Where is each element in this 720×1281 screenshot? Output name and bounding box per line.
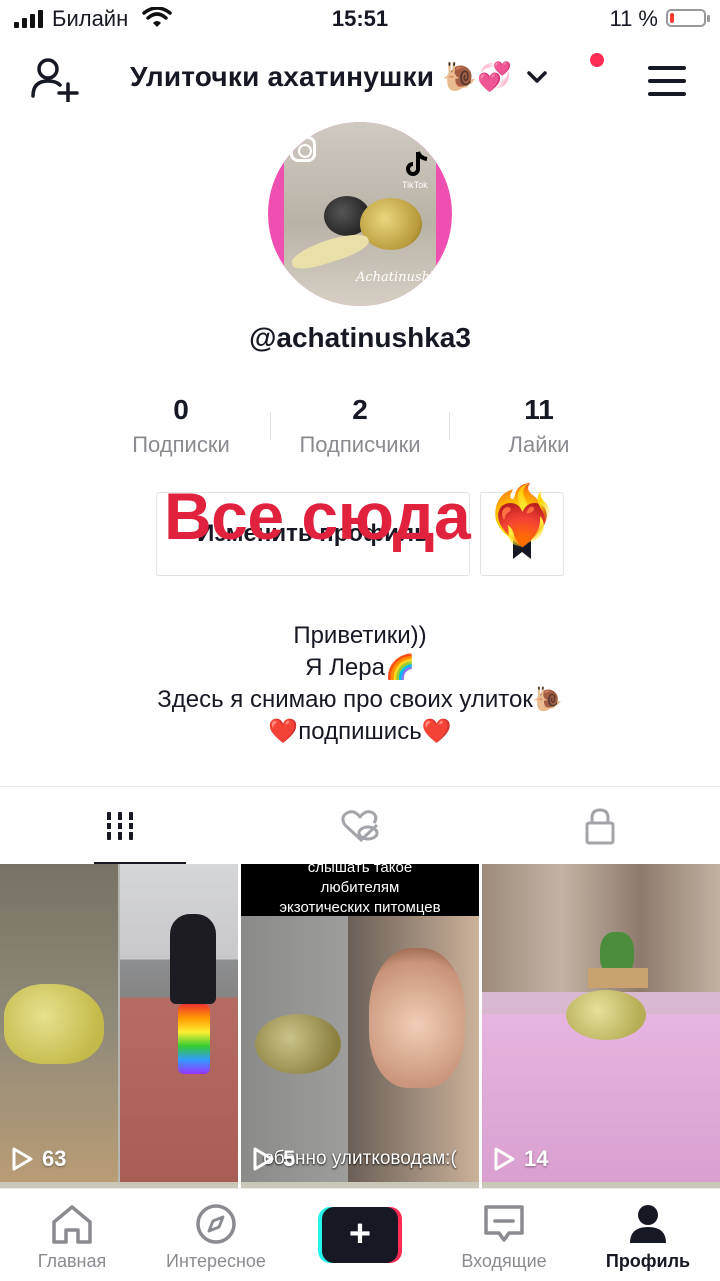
thumb-pot [588, 968, 648, 988]
thumb-snail [566, 990, 646, 1040]
grid-icon [105, 812, 135, 840]
thumb-rainbow-stool [178, 1004, 210, 1074]
thumb-person [170, 914, 216, 1004]
stat-likes[interactable]: 11 Лайки [450, 392, 628, 472]
nav-profile-label: Профиль [605, 1251, 691, 1271]
liked-hidden-icon [341, 810, 379, 843]
account-title: Улиточки ахатинушки [130, 60, 435, 92]
title-emoji: 🐌💞 [442, 61, 512, 92]
avatar-signature: Achatinushka [356, 270, 446, 285]
stat-following-label: Подписки [132, 432, 230, 457]
thumb-snail [255, 1014, 341, 1074]
bio-line: Приветики)) [293, 622, 427, 649]
create-button: + [318, 1207, 402, 1263]
content-tabs [0, 786, 720, 865]
play-icon [12, 1147, 33, 1171]
stat-following-value: 0 [173, 394, 189, 425]
nav-home[interactable]: Главная [0, 1189, 144, 1281]
view-count-value: 14 [524, 1146, 549, 1171]
avatar[interactable]: TikTok Achatinushka [268, 122, 452, 306]
tab-videos[interactable] [0, 787, 240, 865]
nav-create[interactable]: + [288, 1189, 432, 1281]
account-switcher[interactable]: Улиточки ахатинушки 🐌💞 [130, 60, 548, 93]
chevron-down-icon [527, 70, 547, 83]
nav-discover[interactable]: Интересное [144, 1189, 288, 1281]
thumb-caption: слышать такое любителям экзотических пит… [241, 864, 479, 916]
profile-stats: 0 Подписки 2 Подписчики 11 Лайки [92, 392, 628, 472]
view-count: 5 [251, 1146, 295, 1172]
burning-heart-emoji: ❤️‍🔥 [486, 483, 559, 548]
battery-icon [666, 9, 710, 27]
video-thumbnail[interactable]: 14 [482, 864, 720, 1182]
nav-profile[interactable]: Профиль [576, 1189, 720, 1281]
add-user-icon[interactable] [30, 56, 80, 102]
bio-line: Я Лера🌈 [305, 654, 415, 681]
bio: Приветики)) Я Лера🌈 Здесь я снимаю про с… [0, 620, 720, 748]
tab-liked[interactable] [240, 787, 480, 865]
thumb-caption-line: слышать такое [307, 864, 413, 876]
view-count-value: 5 [283, 1146, 296, 1171]
video-grid: 63 слышать такое любителям экзотических … [0, 864, 720, 1182]
bio-line: Здесь я снимаю про своих улиток🐌 [157, 686, 563, 713]
thumb-caption-line: экзотических питомцев [279, 899, 441, 916]
view-count: 14 [492, 1146, 548, 1172]
menu-icon[interactable] [648, 66, 686, 105]
view-count-value: 63 [42, 1146, 67, 1171]
tiktok-icon [406, 151, 428, 176]
compass-icon [196, 1204, 236, 1244]
view-count: 63 [10, 1146, 66, 1172]
video-thumbnail[interactable]: слышать такое любителям экзотических пит… [241, 864, 479, 1182]
username: @achatinushka3 [249, 322, 471, 353]
battery-percent: 11 % [609, 6, 658, 31]
instagram-icon [290, 136, 316, 162]
overlay-caption: Все сюда [164, 479, 471, 553]
home-icon [52, 1205, 92, 1244]
stat-followers[interactable]: 2 Подписчики [271, 392, 449, 472]
status-bar: Билайн 15:51 11 % [0, 0, 720, 40]
play-icon [253, 1147, 274, 1171]
nav-inbox-label: Входящие [461, 1251, 547, 1271]
lock-icon [585, 808, 615, 845]
profile-header: Улиточки ахатинушки 🐌💞 [0, 40, 720, 120]
video-thumbnail[interactable]: 63 [0, 864, 238, 1182]
play-icon [494, 1147, 515, 1171]
thumb-caption-line: любителям [320, 879, 400, 896]
stat-following[interactable]: 0 Подписки [92, 392, 270, 472]
nav-home-label: Главная [37, 1251, 107, 1271]
tab-private[interactable] [480, 787, 720, 865]
notification-dot [590, 53, 604, 67]
thumb-snail [4, 984, 104, 1064]
nav-inbox[interactable]: Входящие [432, 1189, 576, 1281]
nav-discover-label: Интересное [166, 1251, 266, 1271]
avatar-brand-text: TikTok [402, 180, 428, 190]
plus-icon: + [322, 1207, 398, 1263]
bio-line: ❤️подпишись❤️ [268, 718, 452, 745]
stat-followers-label: Подписчики [299, 432, 421, 457]
thumb-face [369, 948, 465, 1088]
stat-likes-value: 11 [524, 394, 554, 425]
bottom-nav: Главная Интересное + Входящие Профиль [0, 1188, 720, 1281]
profile-icon [630, 1205, 666, 1243]
inbox-icon [484, 1205, 524, 1242]
stat-followers-value: 2 [352, 394, 368, 425]
stat-likes-label: Лайки [508, 432, 570, 457]
avatar-snail-shell [360, 198, 422, 250]
